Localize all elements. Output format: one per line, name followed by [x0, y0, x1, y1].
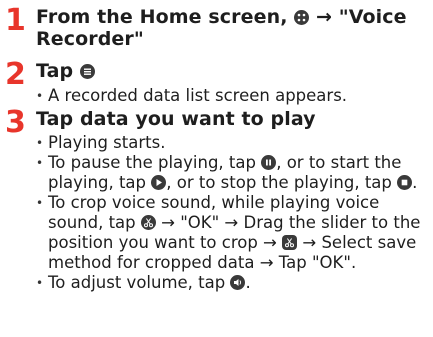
bullet-item: A recorded data list screen appears. [36, 86, 426, 106]
bullet-item: To adjust volume, tap . [36, 273, 426, 293]
crop-icon [140, 215, 156, 230]
pause-icon [261, 155, 277, 170]
step-3: 3 Tap data you want to play Playing star… [0, 105, 433, 294]
step-2: 2 Tap A recorded data list screen appear… [0, 57, 433, 107]
bullet-item: To pause the playing, tap , or to start … [36, 153, 426, 193]
step-bullets: Playing starts. To pause the playing, ta… [36, 133, 426, 293]
bullet-item: Playing starts. [36, 133, 426, 153]
step-number: 2 [5, 57, 26, 92]
step-number: 1 [5, 3, 26, 38]
step-title: From the Home screen, → "Voice Recorder" [36, 6, 407, 50]
step-title: Tap data you want to play [36, 108, 316, 130]
step-number: 3 [5, 105, 26, 140]
volume-icon [230, 275, 246, 290]
instruction-page: 1 From the Home screen, → "Voice Recorde… [0, 0, 433, 337]
step-1: 1 From the Home screen, → "Voice Recorde… [0, 3, 433, 51]
crop-save-icon [282, 235, 298, 250]
stop-icon [397, 175, 413, 190]
play-icon [151, 175, 167, 190]
step-bullets: A recorded data list screen appears. [36, 86, 426, 106]
apps-icon [294, 10, 310, 25]
bullet-item: To crop voice sound, while playing voice… [36, 193, 426, 273]
list-icon [79, 64, 95, 79]
step-title: Tap [36, 60, 433, 82]
